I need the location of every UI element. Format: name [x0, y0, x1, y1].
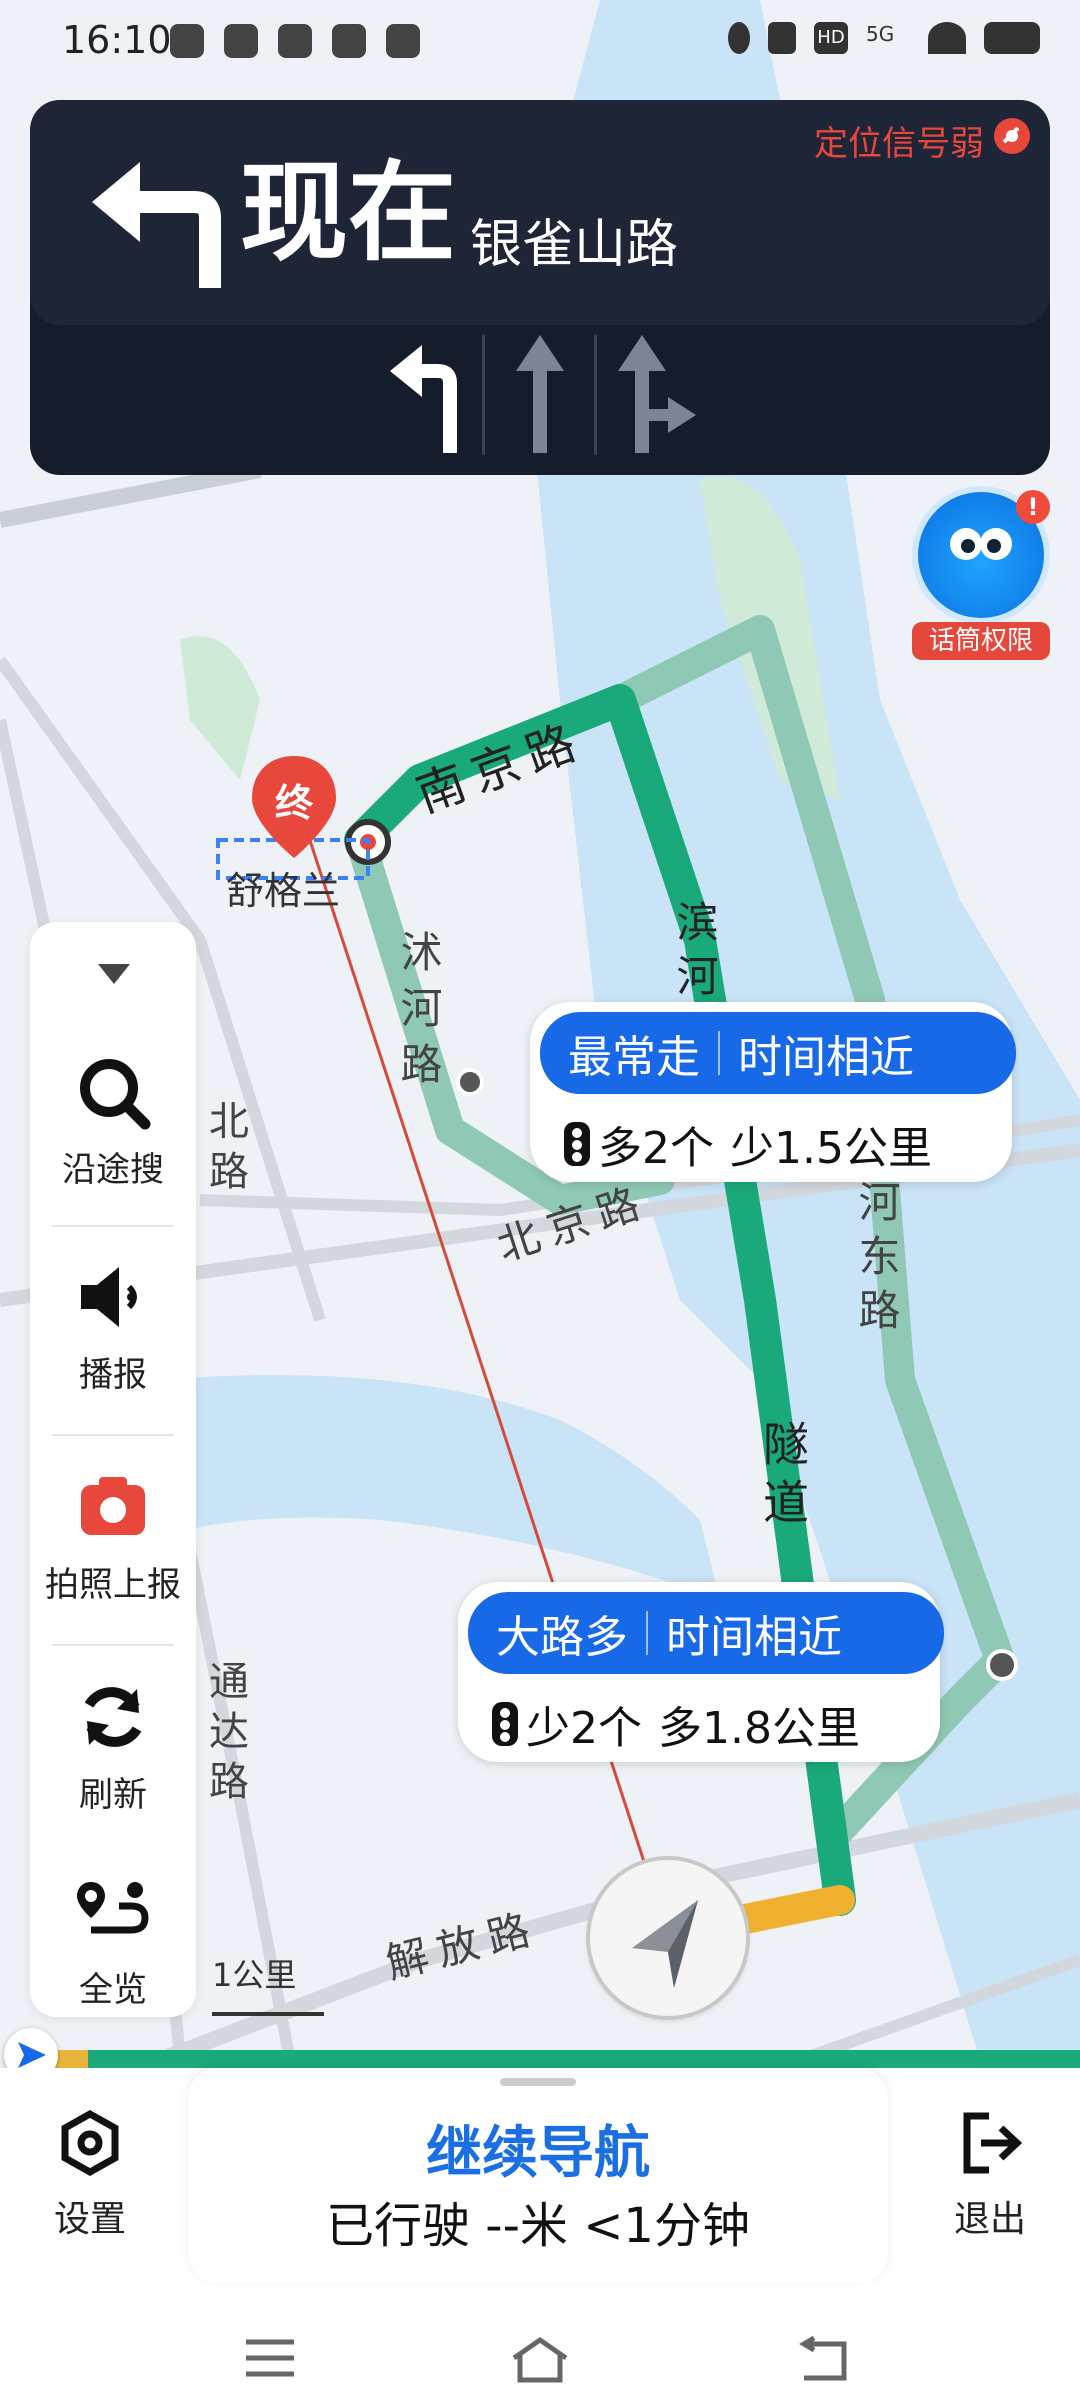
location-icon [728, 22, 750, 54]
drag-handle[interactable] [500, 2078, 576, 2086]
baidu-icon [224, 24, 258, 58]
exit-button[interactable]: 退出 [920, 2108, 1060, 2242]
wechat-icon [170, 24, 204, 58]
route-bubble-1-tag: 最常走 [568, 1032, 700, 1083]
side-tool-panel: 沿途搜 播报 拍照上报 刷新 全览 [30, 922, 196, 2017]
voice-alert-badge: ! [1016, 490, 1050, 524]
app-icon [278, 24, 312, 58]
menu-nav-icon[interactable] [240, 2336, 300, 2384]
system-icons: HD 5G [728, 22, 1040, 54]
settings-icon [61, 2109, 119, 2177]
broadcast-label: 播报 [79, 1355, 147, 1395]
bottom-control-bar: 设置 继续导航 已行驶 --米 <1分钟 退出 [0, 2068, 1080, 2308]
refresh-label: 刷新 [79, 1775, 147, 1815]
route-progress-bar [0, 2028, 1080, 2082]
photo-report-button[interactable]: 拍照上报 [30, 1467, 196, 1606]
traffic-light-icon [564, 1122, 590, 1166]
route-bubble-1[interactable]: 最常走 时间相近 多2个 少1.5公里 [530, 1002, 1016, 1182]
settings-label: 设置 [53, 2199, 126, 2240]
route-bubble-2-details: 少2个 多1.8公里 [492, 1692, 860, 1756]
route-overview-button[interactable]: 全览 [30, 1872, 196, 2011]
route-bubble-2-summary: 时间相近 [666, 1612, 842, 1663]
turn-left-icon [80, 158, 230, 292]
wifi-icon [928, 22, 966, 54]
exit-icon [963, 2112, 1023, 2174]
map-scale-text: 1公里 [212, 1956, 297, 1994]
route-bubble-2[interactable]: 大路多 时间相近 少2个 多1.8公里 [458, 1582, 944, 1762]
route-bubble-1-summary: 时间相近 [738, 1032, 914, 1083]
route-bubble-1-distance: 少1.5公里 [730, 1123, 932, 1174]
exit-label: 退出 [953, 2199, 1026, 2240]
photo-report-label: 拍照上报 [45, 1565, 181, 1605]
lane-turn-left-icon [390, 345, 457, 453]
road-label-tongda: 通达路 [202, 1660, 248, 1810]
status-bar: 16:10 HD 5G [0, 0, 1080, 86]
bag-icon [386, 24, 420, 58]
battery-icon [984, 22, 1040, 54]
guidance-road-name: 银雀山路 [470, 215, 679, 275]
continue-navigation-button[interactable]: 继续导航 [188, 2108, 888, 2189]
road-label-bei: 北路 [202, 1100, 248, 1200]
road-label-shuhe: 沭河路 [394, 930, 443, 1098]
mic-permission-label: 话筒权限 [912, 622, 1050, 660]
lane-guide [30, 325, 1050, 475]
trip-status-text: 已行驶 --米 <1分钟 [326, 2198, 750, 2254]
voice-assistant-button[interactable]: ! 话筒权限 [912, 490, 1050, 662]
guidance-distance: 现在 [240, 151, 457, 276]
gps-weak-indicator: 定位信号弱 [814, 116, 1032, 165]
route-bubble-1-details: 多2个 少1.5公里 [564, 1112, 932, 1176]
camera-icon [81, 1477, 145, 1535]
destination-name: 舒格兰 [226, 869, 341, 913]
destination-marker[interactable]: 终 [248, 752, 340, 866]
hd-badge: HD [814, 22, 848, 54]
vibrate-icon [768, 22, 796, 54]
network-badge: 5G [866, 22, 895, 46]
destination-marker-text: 终 [274, 781, 313, 825]
lane-straight-icon [516, 335, 564, 453]
guidance-card[interactable]: 现在 银雀山路 定位信号弱 [30, 100, 1050, 475]
search-along-route-button[interactable]: 沿途搜 [30, 1052, 196, 1191]
search-along-route-label: 沿途搜 [62, 1150, 164, 1190]
settings-button[interactable]: 设置 [20, 2108, 160, 2242]
home-nav-icon[interactable] [508, 2336, 572, 2388]
route-overview-icon [77, 1882, 149, 1934]
road-label-hedong: 河东路 [852, 1180, 901, 1342]
route-bubble-1-header: 最常走 时间相近 [540, 1012, 1016, 1094]
toutiao-icon [332, 24, 366, 58]
refresh-icon [84, 1687, 142, 1747]
notification-icons [170, 24, 420, 58]
system-navigation-bar [0, 2308, 1080, 2408]
route-overview-label: 全览 [79, 1970, 147, 2010]
speaker-icon [81, 1267, 137, 1327]
route-bubble-2-distance: 多1.8公里 [658, 1703, 860, 1754]
map-scale: 1公里 [212, 1950, 324, 2016]
gps-weak-text: 定位信号弱 [814, 124, 984, 164]
back-nav-icon[interactable] [796, 2335, 852, 2388]
route-bubble-2-tag: 大路多 [496, 1612, 628, 1663]
car-position-compass[interactable] [590, 1860, 746, 2016]
navigation-arrow-icon [632, 1900, 698, 1988]
search-icon [80, 1059, 151, 1130]
continue-navigation-card[interactable]: 继续导航 已行驶 --米 <1分钟 [188, 2068, 888, 2283]
route-bubble-2-lights: 少2个 [526, 1703, 642, 1754]
collapse-panel-icon[interactable] [98, 964, 130, 984]
road-label-tunnel: 隧道 [756, 1420, 810, 1536]
refresh-button[interactable]: 刷新 [30, 1677, 196, 1816]
traffic-light-icon [492, 1702, 518, 1746]
route-bubble-1-lights: 多2个 [598, 1123, 714, 1174]
satellite-icon [992, 116, 1032, 165]
lane-straight-right-icon [618, 335, 696, 453]
route-bubble-2-header: 大路多 时间相近 [468, 1592, 944, 1674]
broadcast-button[interactable]: 播报 [30, 1257, 196, 1396]
status-time: 16:10 [62, 18, 172, 62]
